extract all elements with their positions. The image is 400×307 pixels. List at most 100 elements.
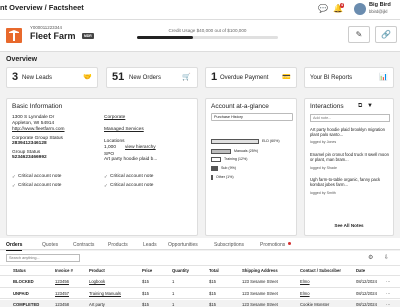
- critical-note: Critical account note: [18, 183, 62, 188]
- managed-services-link[interactable]: Managed Services: [104, 127, 144, 132]
- glance-bar-label: Training (12%): [224, 157, 248, 161]
- credit-usage-label: Credit Usage $40,000 out of $100,000: [168, 28, 247, 33]
- glance-bar: [211, 157, 221, 162]
- column-header[interactable]: Status: [13, 268, 26, 273]
- critical-note: Critical account note: [110, 174, 154, 179]
- glance-bar: [211, 139, 259, 144]
- interactions-title: Interactions: [310, 103, 344, 110]
- column-header[interactable]: Shipping Address: [242, 268, 278, 273]
- chat-icon[interactable]: 💬: [318, 4, 328, 14]
- tab-products[interactable]: Products: [108, 242, 128, 248]
- header-divider: [0, 265, 400, 266]
- handshake-icon: 🤝: [83, 74, 92, 81]
- account-glance-panel: Account at-a-glance Purchase History ELD…: [205, 98, 297, 236]
- column-header[interactable]: Invoice #: [55, 268, 73, 273]
- purchase-history-select[interactable]: Purchase History: [211, 113, 293, 121]
- tab-opportunities[interactable]: Opportunities: [168, 242, 198, 248]
- interaction-meta: logged by Jones: [310, 140, 337, 144]
- settings-icon[interactable]: ⚙: [368, 254, 373, 261]
- cart-icon: 🛒: [182, 74, 191, 81]
- stat-new-leads[interactable]: 3 New Leads 🤝: [6, 67, 98, 88]
- chart-icon: 📊: [379, 74, 388, 81]
- filter-icon[interactable]: ▼: [367, 103, 373, 109]
- table-cell[interactable]: 123457: [55, 291, 69, 296]
- glance-bar-label: Sub (9%): [221, 166, 236, 170]
- table-cell: 1: [172, 291, 175, 296]
- table-cell[interactable]: Cookie Monster: [300, 302, 329, 307]
- status-cell: BLOCKED: [13, 279, 34, 284]
- table-cell: 1: [172, 279, 175, 284]
- overview-title: Overview: [6, 56, 38, 63]
- row-divider: [0, 275, 400, 276]
- critical-note: Critical account note: [110, 183, 154, 188]
- company-name: Fleet Farm: [30, 31, 76, 41]
- tab-promotions[interactable]: Promotions: [260, 242, 285, 248]
- stat-overdue-payment[interactable]: 1 Overdue Payment 💳: [205, 67, 297, 88]
- status-cell: UNPAID: [13, 291, 29, 296]
- table-cell[interactable]: Elmo: [300, 291, 310, 296]
- row-divider: [0, 298, 400, 299]
- company-tag: MDR: [82, 33, 94, 39]
- stat-label: Your BI Reports: [310, 75, 353, 81]
- see-all-notes-link[interactable]: See All Notes: [305, 223, 393, 228]
- note-icon: ✓: [104, 174, 108, 179]
- table-cell: 123 Sesame Street: [242, 291, 278, 296]
- promotions-dot: [288, 242, 291, 245]
- table-cell: 08/12/2024: [356, 302, 377, 307]
- column-header[interactable]: Quantity: [172, 268, 189, 273]
- basic-info-panel: Basic Information 1300 S Lynndale Dr App…: [6, 98, 198, 236]
- website-link[interactable]: http://www.fleetfarm.com: [12, 127, 65, 132]
- row-divider: [0, 287, 400, 288]
- table-cell[interactable]: Logbook: [89, 279, 105, 284]
- address-line: Appleton, WI 54914: [12, 121, 55, 126]
- table-cell[interactable]: Art party: [89, 302, 105, 307]
- tab-subscriptions[interactable]: Subscriptions: [214, 242, 244, 248]
- note-input[interactable]: [310, 114, 390, 122]
- table-cell: $15: [142, 291, 149, 296]
- column-header[interactable]: Price: [142, 268, 152, 273]
- download-icon[interactable]: ⇩: [384, 254, 389, 261]
- company-logo: [6, 28, 22, 43]
- user-name: Big Bird: [369, 2, 391, 8]
- tab-leads[interactable]: Leads: [143, 242, 157, 248]
- row-actions-icon[interactable]: ⋯: [386, 302, 390, 307]
- notification-badge: 4: [340, 3, 344, 8]
- table-cell[interactable]: Elmo: [300, 279, 310, 284]
- stat-number: 51: [112, 71, 125, 83]
- column-header[interactable]: Total: [209, 268, 219, 273]
- table-cell[interactable]: 123458: [55, 302, 69, 307]
- row-actions-icon[interactable]: ⋯: [386, 279, 390, 284]
- interactions-panel: Interactions ⧉ ▼ Art party hoodie plaid …: [304, 98, 394, 236]
- table-cell[interactable]: Training Manuals: [89, 291, 121, 296]
- stat-bi-reports[interactable]: Your BI Reports 📊: [304, 67, 394, 88]
- view-hierarchy-link[interactable]: view hierarchy: [125, 145, 156, 150]
- avatar[interactable]: [354, 3, 366, 15]
- tab-contracts[interactable]: Contracts: [73, 242, 94, 248]
- stat-number: 1: [211, 71, 218, 83]
- column-header[interactable]: Product: [89, 268, 105, 273]
- table-cell[interactable]: 123456: [55, 279, 69, 284]
- table-cell: $15: [209, 302, 216, 307]
- row-actions-icon[interactable]: ⋯: [386, 291, 390, 296]
- locations-count: 1,000: [104, 145, 117, 150]
- stat-new-orders[interactable]: 51 New Orders 🛒: [106, 67, 198, 88]
- tab-orders[interactable]: Orders: [6, 242, 23, 251]
- stat-label: Overdue Payment: [220, 75, 269, 81]
- glance-bar: [211, 175, 213, 180]
- edit-button[interactable]: ✎: [348, 26, 370, 43]
- interaction-meta: logged by Shade: [310, 166, 337, 170]
- glance-bar: [211, 166, 218, 171]
- table-cell: 123 Sesame Street: [242, 302, 278, 307]
- breadcrumb: nt Overview / Factsheet: [0, 3, 84, 12]
- corporate-link[interactable]: Corporate: [104, 115, 125, 120]
- table-search-input[interactable]: [6, 254, 80, 262]
- column-header[interactable]: Contact / Subscriber: [300, 268, 341, 273]
- tab-quotes[interactable]: Quotes: [42, 242, 58, 248]
- stat-number: 3: [12, 71, 19, 83]
- critical-note: Critical account note: [18, 174, 62, 179]
- link-button[interactable]: 🔗: [375, 26, 397, 43]
- column-header[interactable]: Date: [356, 268, 365, 273]
- glance-bar: [211, 149, 231, 154]
- copy-icon[interactable]: ⧉: [358, 103, 362, 110]
- user-email: bbird@ijkl: [369, 9, 388, 14]
